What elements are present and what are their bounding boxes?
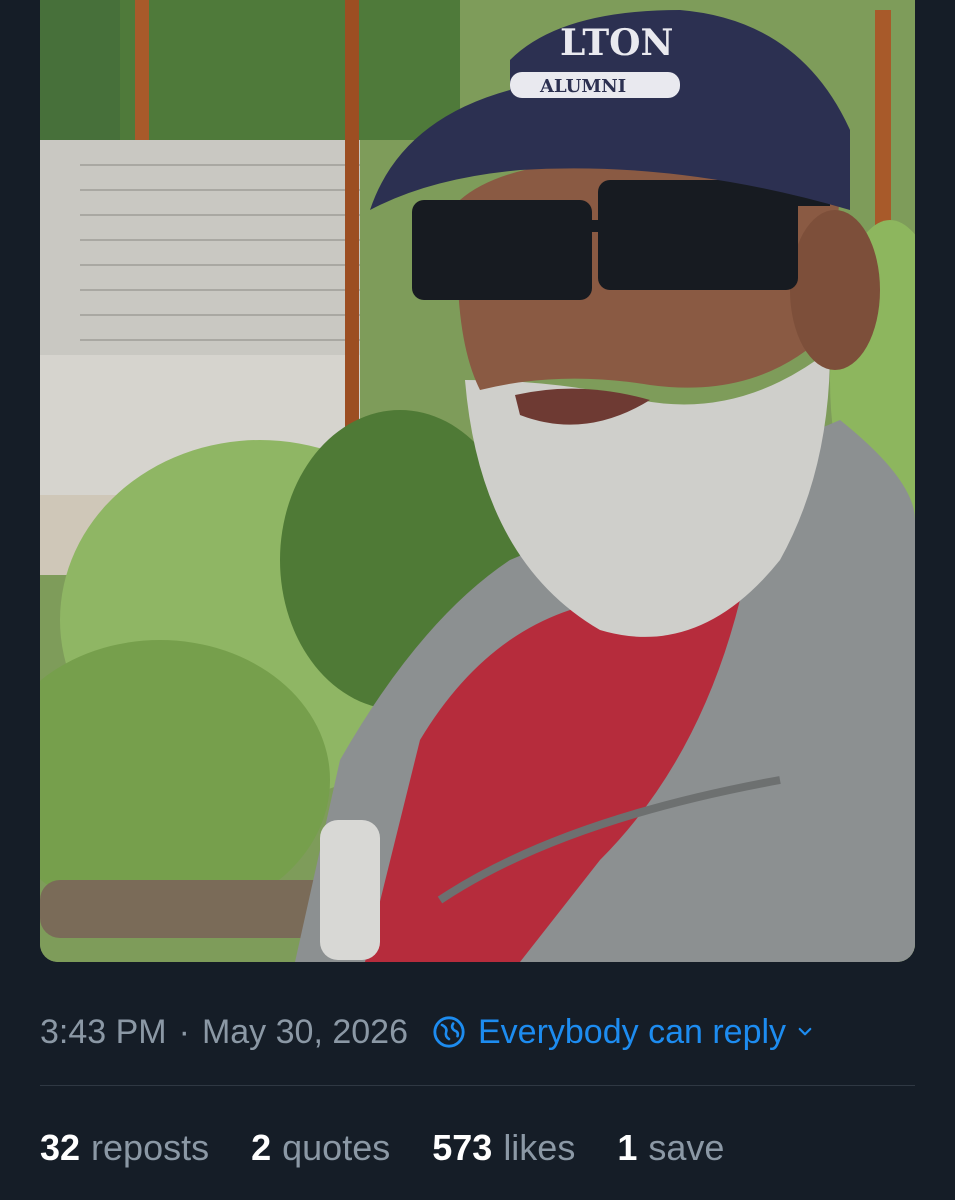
likes-label: likes (503, 1127, 576, 1168)
reply-setting-button[interactable]: Everybody can reply (432, 1013, 814, 1052)
quotes-count: 2 (251, 1127, 272, 1168)
reposts-stat[interactable]: 32 reposts (40, 1127, 209, 1169)
saves-count: 1 (617, 1127, 638, 1168)
post-time[interactable]: 3:43 PM (40, 1013, 167, 1052)
svg-text:LTON: LTON (560, 22, 673, 64)
reply-setting-label: Everybody can reply (477, 1012, 787, 1051)
post-stats: 32 reposts 2 quotes 573 likes 1 save (40, 1122, 766, 1174)
chevron-down-icon (798, 1027, 812, 1036)
quotes-label: quotes (282, 1127, 391, 1168)
post-photo[interactable]: LTON ALUMNI (40, 0, 915, 962)
post-date[interactable]: May 30, 2026 (202, 1013, 408, 1052)
globe-icon (433, 1016, 465, 1048)
quotes-stat[interactable]: 2 quotes (251, 1127, 390, 1169)
saves-stat[interactable]: 1 save (617, 1127, 724, 1169)
likes-stat[interactable]: 573 likes (432, 1127, 575, 1169)
meta-separator: · (178, 1012, 190, 1051)
divider (40, 1085, 915, 1086)
svg-text:ALUMNI: ALUMNI (539, 76, 626, 97)
selfie-image: LTON ALUMNI (40, 0, 915, 962)
saves-label: save (648, 1127, 725, 1168)
likes-count: 573 (432, 1127, 493, 1168)
post-meta: 3:43 PM · May 30, 2026 Everybody can rep… (40, 1008, 915, 1056)
reposts-label: reposts (91, 1127, 210, 1168)
reposts-count: 32 (40, 1127, 81, 1168)
